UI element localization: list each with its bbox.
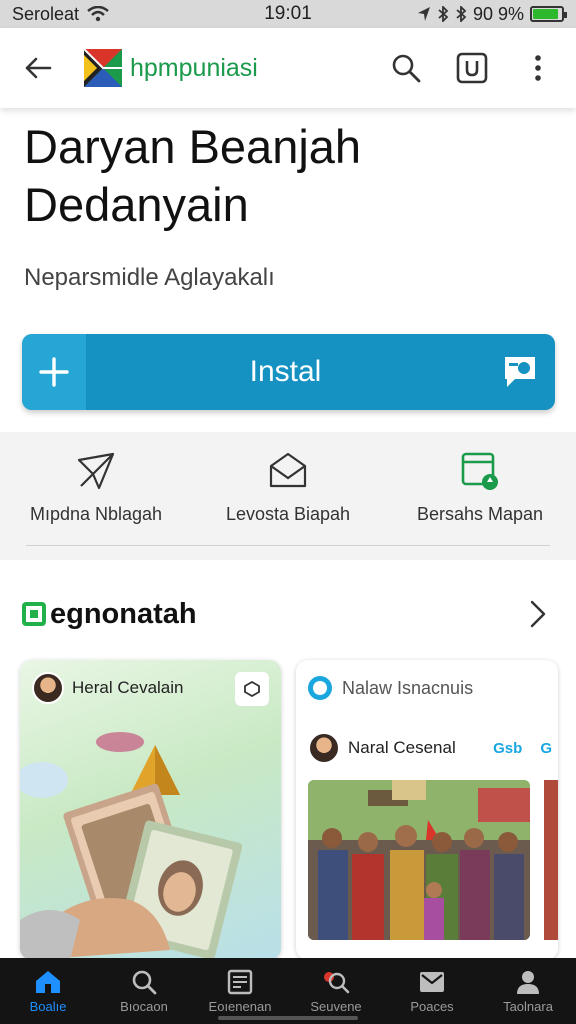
card-left[interactable]: Heral Cevalain (20, 660, 281, 960)
home-icon (36, 970, 60, 993)
u-box-icon (456, 52, 488, 84)
feature-label-2: Levosta Biapah (225, 504, 351, 524)
install-chat[interactable] (485, 334, 555, 410)
location-icon (417, 7, 430, 21)
app-logo-icon (84, 49, 122, 87)
photo-edge (544, 780, 558, 940)
chevron-right-icon (530, 600, 546, 628)
paper-plane-icon (77, 452, 115, 490)
card-right-label: Nalaw Isnacnuis (342, 677, 474, 698)
install-label: Instal (249, 355, 322, 388)
feature-label-3: Bersahs Mapan (416, 504, 544, 524)
nav-item-discover[interactable]: Seuvene (288, 958, 384, 1024)
feature-item-3[interactable]: Bersahs Mapan (384, 432, 576, 560)
section-title: egnonatah (50, 597, 197, 630)
person-icon (517, 970, 539, 994)
install-button[interactable]: Instal (22, 334, 555, 410)
card-right[interactable]: Nalaw Isnacnuis Naral Cesenal Gsb G (296, 660, 558, 960)
app-screen: Seroleat 19:01 90 9% hpmpuniasi Daryan B… (0, 0, 576, 1024)
wifi-icon (87, 6, 109, 22)
nav-item-inbox[interactable]: Poaces (384, 958, 480, 1024)
nav-label-search: Bıocaon (120, 998, 168, 1014)
nav-label-discover: Seuvene (310, 998, 362, 1014)
envelope-icon (269, 452, 307, 488)
inbox-icon (420, 971, 444, 992)
avatar (32, 672, 64, 704)
card-left-action[interactable] (235, 672, 269, 706)
card-right-profile: Naral Cesenal Gsb G (308, 732, 558, 764)
u-box-button[interactable] (454, 50, 490, 86)
nav-item-home[interactable]: Boalıe (0, 958, 96, 1024)
developer-name[interactable]: Neparsmidle Aglayakalı (24, 264, 275, 292)
plus-icon (39, 357, 69, 387)
app-title-line-2: Dedanyain (24, 178, 249, 231)
nav-item-profile[interactable]: Taolnara (480, 958, 576, 1024)
feature-label-1: Mıpdna Nblagah (29, 504, 163, 524)
bluetooth-icon (438, 6, 449, 22)
section-more-button[interactable] (522, 594, 554, 634)
avatar (308, 732, 340, 764)
search-icon (132, 970, 157, 994)
app-bar-actions (388, 50, 556, 86)
search-icon (392, 54, 421, 83)
card-chip-2[interactable]: G (540, 740, 552, 757)
nav-label-inbox: Poaces (410, 998, 454, 1014)
status-bar: Seroleat 19:01 90 9% (0, 0, 576, 28)
section-header: egnonatah (22, 592, 554, 636)
more-button[interactable] (520, 50, 556, 86)
card-right-header: Nalaw Isnacnuis (308, 676, 473, 700)
install-plus (22, 334, 86, 410)
battery-percent: 90 9% (472, 3, 524, 24)
bluetooth-icon (456, 6, 467, 22)
home-indicator (218, 1016, 358, 1020)
ring-icon (308, 676, 332, 700)
app-title-line-1: Daryan Beanjah (24, 120, 362, 173)
app-bar: hpmpuniasi (0, 28, 576, 108)
battery-icon (530, 6, 567, 22)
chat-bubble-icon (505, 357, 535, 387)
status-time: 19:01 (264, 3, 312, 24)
nav-item-media[interactable]: Eoıenenan (192, 958, 288, 1024)
feature-item-2[interactable]: Levosta Biapah (192, 432, 384, 560)
document-badge-icon (461, 452, 498, 490)
status-right: 90 9% (364, 3, 567, 25)
section-badge-icon (22, 602, 46, 626)
battery-level (533, 9, 559, 19)
nav-label-profile: Taolnara (503, 998, 553, 1014)
nav-item-search[interactable]: Bıocaon (96, 958, 192, 1024)
feature-item-1[interactable]: Mıpdna Nblagah (0, 432, 192, 560)
hexagon-icon (244, 680, 260, 698)
crowd-photo (308, 780, 530, 940)
feature-row: Mıpdna Nblagah Levosta Biapah Bersahs Ma… (0, 432, 576, 560)
feature-divider (26, 545, 550, 546)
search-button[interactable] (388, 50, 424, 86)
money-illustration (20, 732, 243, 960)
search-badge-icon (324, 971, 350, 993)
card-chip-1[interactable]: Gsb (493, 740, 522, 757)
card-left-name: Heral Cevalain (72, 678, 184, 697)
card-right-name: Naral Cesenal (348, 738, 456, 757)
back-button[interactable] (20, 50, 56, 86)
card-left-header: Heral Cevalain (32, 672, 184, 704)
card-chips: Gsb G (493, 740, 558, 757)
arrow-left-icon (25, 57, 52, 79)
status-left: Seroleat (12, 4, 212, 25)
more-vertical-icon (535, 55, 541, 81)
app-title-block: Daryan Beanjah Dedanyain (24, 118, 544, 234)
nav-label-home: Boalıe (29, 998, 67, 1014)
app-name: hpmpuniasi (130, 53, 258, 82)
bottom-nav: Boalıe Bıocaon Eoıenenan Seuvene Poaces … (0, 958, 576, 1024)
carrier-label: Seroleat (12, 3, 80, 24)
media-icon (227, 969, 253, 994)
nav-label-media: Eoıenenan (208, 998, 272, 1014)
